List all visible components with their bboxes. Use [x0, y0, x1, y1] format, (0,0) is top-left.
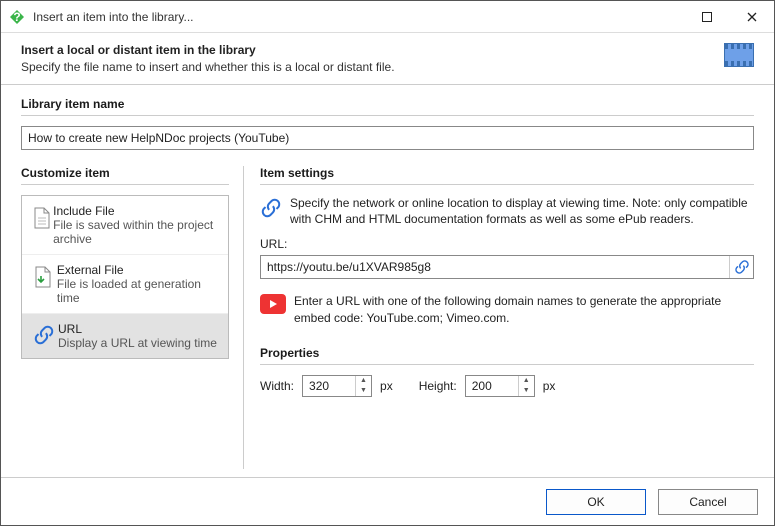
window-title: Insert an item into the library... — [33, 10, 684, 24]
customize-list: Include FileFile is saved within the pro… — [21, 195, 229, 359]
embed-hint: Enter a URL with one of the following do… — [294, 293, 754, 325]
close-button[interactable] — [729, 1, 774, 32]
cancel-button[interactable]: Cancel — [658, 489, 758, 515]
width-up[interactable]: ▲ — [356, 376, 371, 386]
url-input[interactable] — [261, 258, 729, 276]
file-download-icon — [30, 263, 57, 305]
height-input[interactable] — [466, 377, 518, 395]
movie-icon — [724, 43, 754, 67]
width-unit: px — [380, 379, 393, 393]
svg-text:?: ? — [13, 10, 20, 24]
width-label: Width: — [260, 379, 294, 393]
option-url[interactable]: URLDisplay a URL at viewing time — [22, 314, 228, 358]
maximize-button[interactable] — [684, 1, 729, 32]
width-stepper[interactable]: ▲▼ — [302, 375, 372, 397]
customize-label: Customize item — [21, 166, 229, 185]
app-icon: ? — [9, 9, 25, 25]
option-title: URL — [58, 322, 217, 336]
link-icon — [30, 322, 58, 350]
option-desc: File is saved within the project archive — [53, 218, 220, 246]
youtube-icon — [260, 294, 286, 314]
dialog-window: ? Insert an item into the library... Ins… — [0, 0, 775, 526]
height-down[interactable]: ▼ — [519, 386, 534, 396]
file-icon — [30, 204, 53, 246]
settings-description: Specify the network or online location t… — [290, 195, 754, 227]
dialog-footer: OK Cancel — [1, 477, 774, 525]
height-stepper[interactable]: ▲▼ — [465, 375, 535, 397]
header-subtitle: Specify the file name to insert and whet… — [21, 60, 724, 74]
option-desc: File is loaded at generation time — [57, 277, 220, 305]
option-include-file[interactable]: Include FileFile is saved within the pro… — [22, 196, 228, 255]
width-down[interactable]: ▼ — [356, 386, 371, 396]
dialog-header: Insert a local or distant item in the li… — [1, 33, 774, 85]
library-name-label: Library item name — [21, 97, 754, 116]
height-unit: px — [543, 379, 556, 393]
height-up[interactable]: ▲ — [519, 376, 534, 386]
library-name-input[interactable] — [21, 126, 754, 150]
header-title: Insert a local or distant item in the li… — [21, 43, 724, 57]
url-label: URL: — [260, 237, 754, 251]
properties-label: Properties — [260, 346, 754, 365]
url-browse-button[interactable] — [729, 256, 753, 278]
width-input[interactable] — [303, 377, 355, 395]
settings-label: Item settings — [260, 166, 754, 185]
link-icon — [260, 195, 290, 227]
url-field-row — [260, 255, 754, 279]
height-label: Height: — [419, 379, 457, 393]
ok-button[interactable]: OK — [546, 489, 646, 515]
option-title: External File — [57, 263, 220, 277]
option-title: Include File — [53, 204, 220, 218]
window-buttons — [684, 1, 774, 32]
titlebar: ? Insert an item into the library... — [1, 1, 774, 33]
option-external-file[interactable]: External FileFile is loaded at generatio… — [22, 255, 228, 314]
option-desc: Display a URL at viewing time — [58, 336, 217, 350]
